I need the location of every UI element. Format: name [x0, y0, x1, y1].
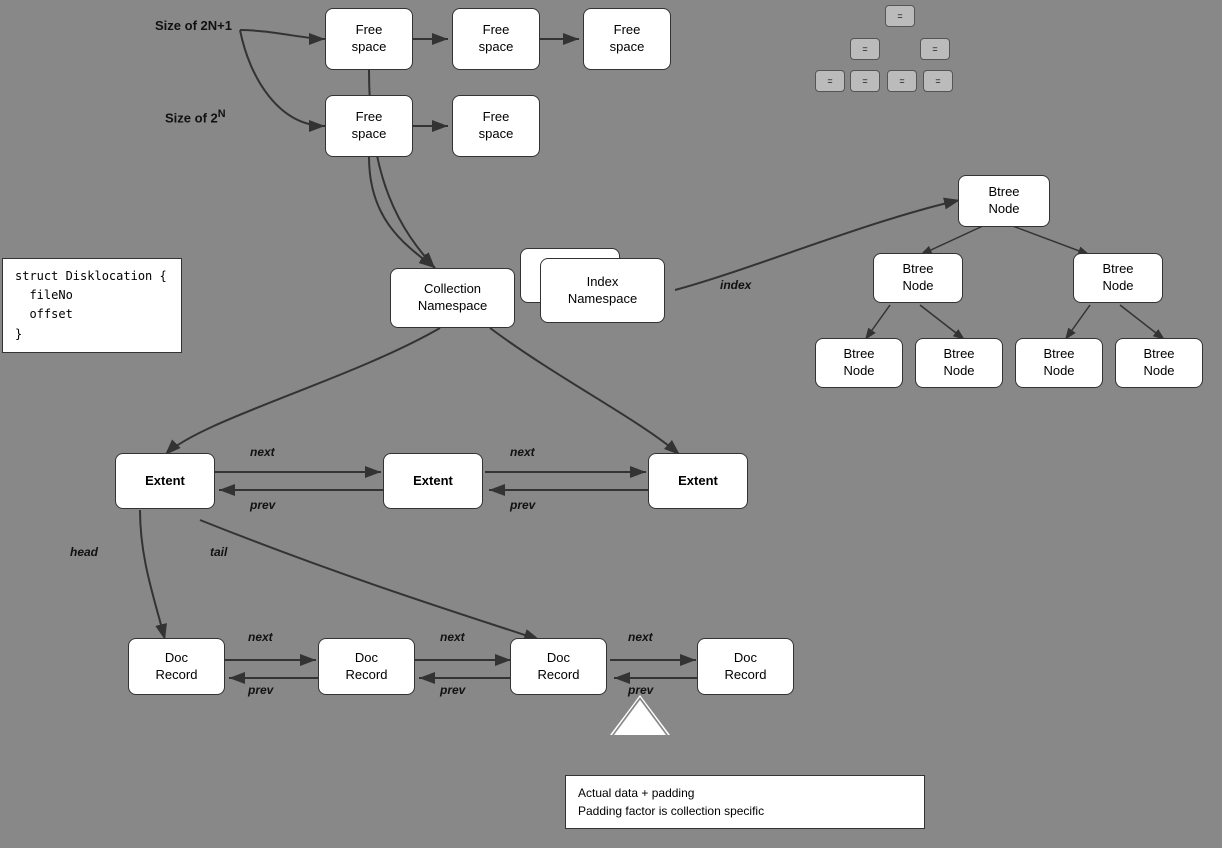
doc-next-1: next	[248, 630, 273, 644]
mini-btree-leaf3: =	[887, 70, 917, 92]
collection-namespace: CollectionNamespace	[390, 268, 515, 328]
free-space-2: Freespace	[452, 8, 540, 70]
size-label-top: Size of 2N+1	[155, 18, 232, 33]
extent-next-2: next	[510, 445, 535, 459]
btree-mid1: BtreeNode	[873, 253, 963, 303]
btree-leaf4: BtreeNode	[1115, 338, 1203, 388]
extent-3: Extent	[648, 453, 748, 509]
size-label-bottom: Size of 2N	[165, 108, 226, 125]
free-space-5: Freespace	[452, 95, 540, 157]
btree-leaf1: BtreeNode	[815, 338, 903, 388]
head-label: head	[70, 545, 98, 559]
mini-btree-left1: =	[850, 38, 880, 60]
doc-record-3: DocRecord	[510, 638, 607, 695]
mini-btree-leaf4: =	[923, 70, 953, 92]
btree-root: BtreeNode	[958, 175, 1050, 227]
extent-prev-1: prev	[250, 498, 275, 512]
doc-record-1: DocRecord	[128, 638, 225, 695]
free-space-4: Freespace	[325, 95, 413, 157]
extent-1: Extent	[115, 453, 215, 509]
btree-leaf3: BtreeNode	[1015, 338, 1103, 388]
index-label: index	[720, 278, 751, 292]
mini-btree-root: =	[885, 5, 915, 27]
btree-mid2: BtreeNode	[1073, 253, 1163, 303]
index-namespace: IndexNamespace	[540, 258, 665, 323]
extent-next-1: next	[250, 445, 275, 459]
doc-prev-1: prev	[248, 683, 273, 697]
mini-btree-leaf2: =	[850, 70, 880, 92]
struct-box: struct Disklocation { fileNo offset }	[2, 258, 182, 353]
extent-prev-2: prev	[510, 498, 535, 512]
callout-box: Actual data + padding Padding factor is …	[565, 775, 925, 829]
doc-record-2: DocRecord	[318, 638, 415, 695]
tail-label: tail	[210, 545, 227, 559]
doc-next-3: next	[628, 630, 653, 644]
extent-2: Extent	[383, 453, 483, 509]
diagram: Size of 2N+1 Size of 2N Freespace Freesp…	[0, 0, 1222, 848]
doc-record-4: DocRecord	[697, 638, 794, 695]
mini-btree-leaf1: =	[815, 70, 845, 92]
free-space-1: Freespace	[325, 8, 413, 70]
btree-leaf2: BtreeNode	[915, 338, 1003, 388]
doc-next-2: next	[440, 630, 465, 644]
mini-btree-right1: =	[920, 38, 950, 60]
doc-prev-2: prev	[440, 683, 465, 697]
free-space-3: Freespace	[583, 8, 671, 70]
